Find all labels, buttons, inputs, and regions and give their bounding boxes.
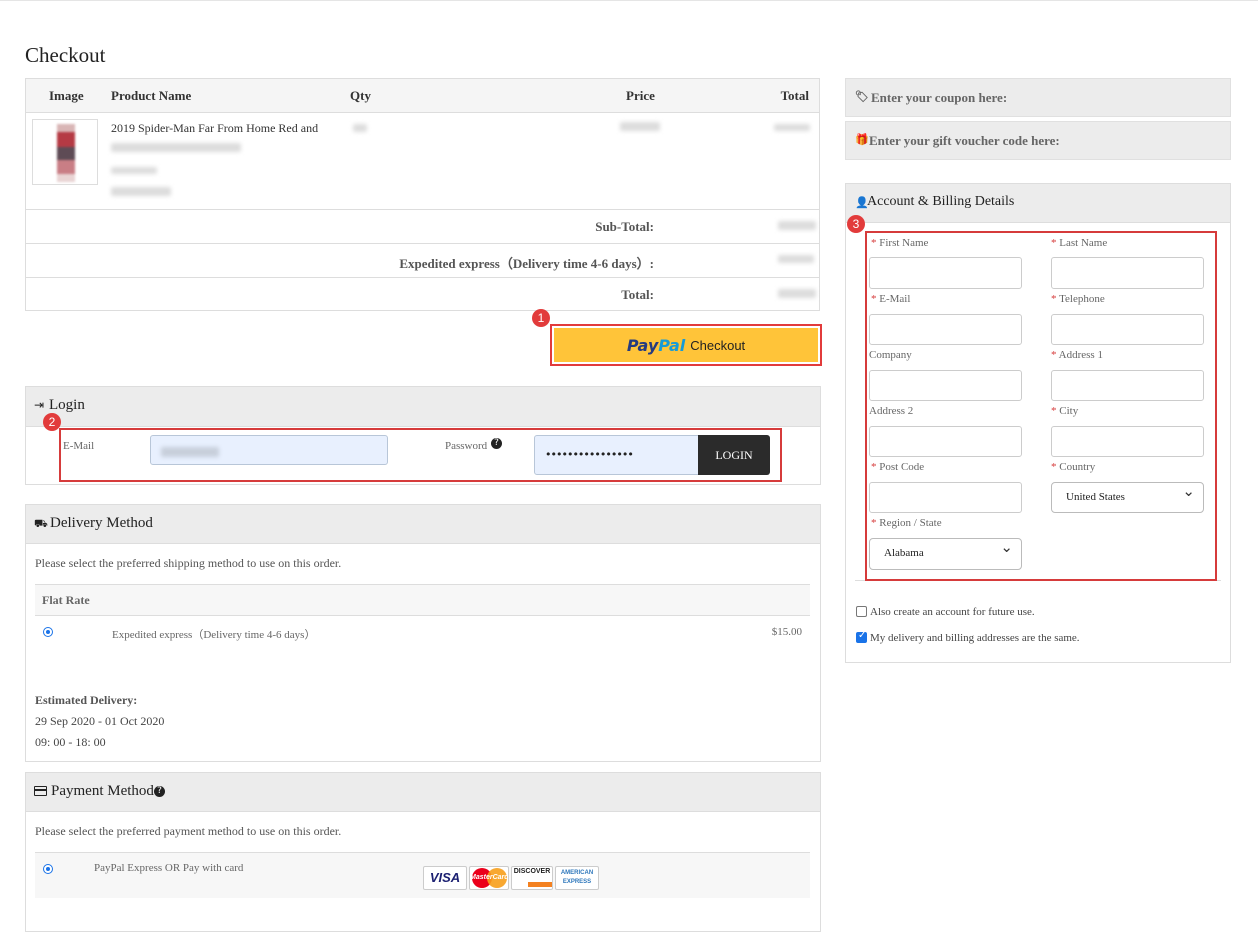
subtotal-value xyxy=(778,221,816,230)
login-password-label: Password xyxy=(445,440,488,452)
email-label: * E-Mail xyxy=(871,293,911,305)
cart-table: Image Product Name Qty Price Total 2019 … xyxy=(25,78,820,311)
estimated-delivery-label: Estimated Delivery: xyxy=(35,693,138,707)
account-panel-header: 👤 Account & Billing Details xyxy=(846,184,1230,223)
region-label: * Region / State xyxy=(871,517,942,529)
shipping-option-label[interactable]: Expedited express（Delivery time 4-6 days… xyxy=(112,626,315,642)
shipping-option-price: $15.00 xyxy=(771,626,802,638)
product-image[interactable] xyxy=(32,119,98,185)
voucher-toggle[interactable]: 🎁 Enter your gift voucher code here: xyxy=(845,121,1231,160)
total-value-blurred xyxy=(774,124,810,131)
same-address-checkbox[interactable] xyxy=(856,630,867,643)
billing-highlight-box: * First Name * Last Name * E-Mail * Tele… xyxy=(865,231,1217,581)
truck-icon: ⛟ xyxy=(34,517,48,530)
paypal-checkout-label: Checkout xyxy=(690,337,746,353)
visa-card-icon: VISA xyxy=(423,866,467,890)
col-qty: Qty xyxy=(350,88,371,103)
flat-rate-header: Flat Rate xyxy=(35,584,810,616)
login-email-input[interactable] xyxy=(150,435,388,465)
product-option-blurred xyxy=(111,143,241,152)
first-name-input[interactable] xyxy=(869,257,1022,289)
address1-input[interactable] xyxy=(1051,370,1204,401)
payment-option-radio[interactable] xyxy=(43,864,53,874)
total-label: Total: xyxy=(621,287,654,302)
shipping-label: Expedited express（Delivery time 4-6 days… xyxy=(399,256,654,271)
same-address-label[interactable]: My delivery and billing addresses are th… xyxy=(870,632,1080,644)
payment-option-label[interactable]: PayPal Express OR Pay with card xyxy=(94,862,243,874)
login-panel-header: ⇥ Login xyxy=(26,387,820,427)
voucher-label: Enter your gift voucher code here: xyxy=(869,133,1060,148)
coupon-label: Enter your coupon here: xyxy=(871,90,1008,105)
company-label: Company xyxy=(869,349,912,361)
postcode-input[interactable] xyxy=(869,482,1022,513)
last-name-label: * Last Name xyxy=(1051,237,1108,249)
shipping-value xyxy=(778,255,814,263)
delivery-panel: ⛟ Delivery Method Please select the pref… xyxy=(25,504,821,762)
telephone-input[interactable] xyxy=(1051,314,1204,345)
delivery-panel-header: ⛟ Delivery Method xyxy=(26,505,820,544)
step-badge-1: 1 xyxy=(532,309,550,327)
product-model-blurred xyxy=(111,167,157,174)
create-account-label[interactable]: Also create an account for future use. xyxy=(870,606,1035,618)
payment-instruction: Please select the preferred payment meth… xyxy=(35,824,342,838)
subtotal-label: Sub-Total: xyxy=(595,219,654,234)
country-select[interactable]: United States xyxy=(1051,478,1204,513)
cart-table-header: Image Product Name Qty Price Total xyxy=(26,79,819,113)
paypal-checkout-button[interactable]: PayPal Checkout xyxy=(554,328,818,362)
region-select[interactable]: Alabama xyxy=(869,534,1022,570)
amex-card-icon: AMERICAN EXPRESS xyxy=(555,866,599,890)
col-image: Image xyxy=(49,88,84,103)
product-sku-blurred xyxy=(111,187,171,196)
login-highlight-box: E-Mail Password ? •••••••••••••••• LOGIN xyxy=(59,428,782,482)
login-title: Login xyxy=(49,397,85,413)
account-title: Account & Billing Details xyxy=(867,194,1015,209)
address2-label: Address 2 xyxy=(869,405,914,417)
estimated-delivery-dates: 29 Sep 2020 - 01 Oct 2020 xyxy=(35,714,165,728)
first-name-label: * First Name xyxy=(871,237,929,249)
payment-option-row: PayPal Express OR Pay with card VISA Mas… xyxy=(35,852,810,898)
col-product-name: Product Name xyxy=(111,88,192,103)
price-value-blurred xyxy=(620,122,660,131)
col-total: Total xyxy=(780,88,809,103)
payment-help-icon[interactable]: ? xyxy=(154,786,165,797)
login-email-label: E-Mail xyxy=(63,440,95,452)
email-input[interactable] xyxy=(869,314,1022,345)
delivery-instruction: Please select the preferred shipping met… xyxy=(35,556,342,570)
estimated-delivery-hours: 09: 00 - 18: 00 xyxy=(35,735,106,749)
sign-in-icon: ⇥ xyxy=(34,398,45,412)
credit-card-icon xyxy=(34,786,47,796)
login-password-input[interactable]: •••••••••••••••• xyxy=(534,435,700,475)
gift-icon: 🎁 xyxy=(855,133,869,146)
address1-label: * Address 1 xyxy=(1051,349,1103,361)
payment-panel-header: Payment Method ? xyxy=(26,773,820,812)
tag-icon: 🏷 xyxy=(855,90,869,103)
postcode-label: * Post Code xyxy=(871,461,925,473)
city-input[interactable] xyxy=(1051,426,1204,457)
create-account-checkbox[interactable] xyxy=(856,606,867,617)
paypal-logo: PayPal xyxy=(626,335,686,355)
paypal-highlight-box: PayPal Checkout xyxy=(550,324,822,366)
shipping-option-radio[interactable] xyxy=(43,627,53,637)
discover-card-icon: DISCOVER xyxy=(511,866,553,890)
login-button[interactable]: LOGIN xyxy=(698,435,770,475)
company-input[interactable] xyxy=(869,370,1022,401)
telephone-label: * Telephone xyxy=(1051,293,1105,305)
last-name-input[interactable] xyxy=(1051,257,1204,289)
mastercard-card-icon: MasterCard xyxy=(469,866,509,890)
city-label: * City xyxy=(1051,405,1079,417)
coupon-toggle[interactable]: 🏷 Enter your coupon here: xyxy=(845,78,1231,117)
payment-panel: Payment Method ? Please select the prefe… xyxy=(25,772,821,932)
delivery-title: Delivery Method xyxy=(50,515,153,531)
total-value xyxy=(778,289,816,298)
password-help-icon[interactable]: ? xyxy=(491,438,502,449)
flat-rate-label: Flat Rate xyxy=(42,593,90,607)
product-name-link[interactable]: 2019 Spider-Man Far From Home Red and xyxy=(111,121,331,136)
country-label: * Country xyxy=(1051,461,1096,473)
payment-title: Payment Method xyxy=(51,783,154,799)
col-price: Price xyxy=(626,88,655,103)
address2-input[interactable] xyxy=(869,426,1022,457)
page-title: Checkout xyxy=(25,43,106,67)
step-badge-3: 3 xyxy=(847,215,865,233)
qty-value-blurred xyxy=(353,124,367,132)
